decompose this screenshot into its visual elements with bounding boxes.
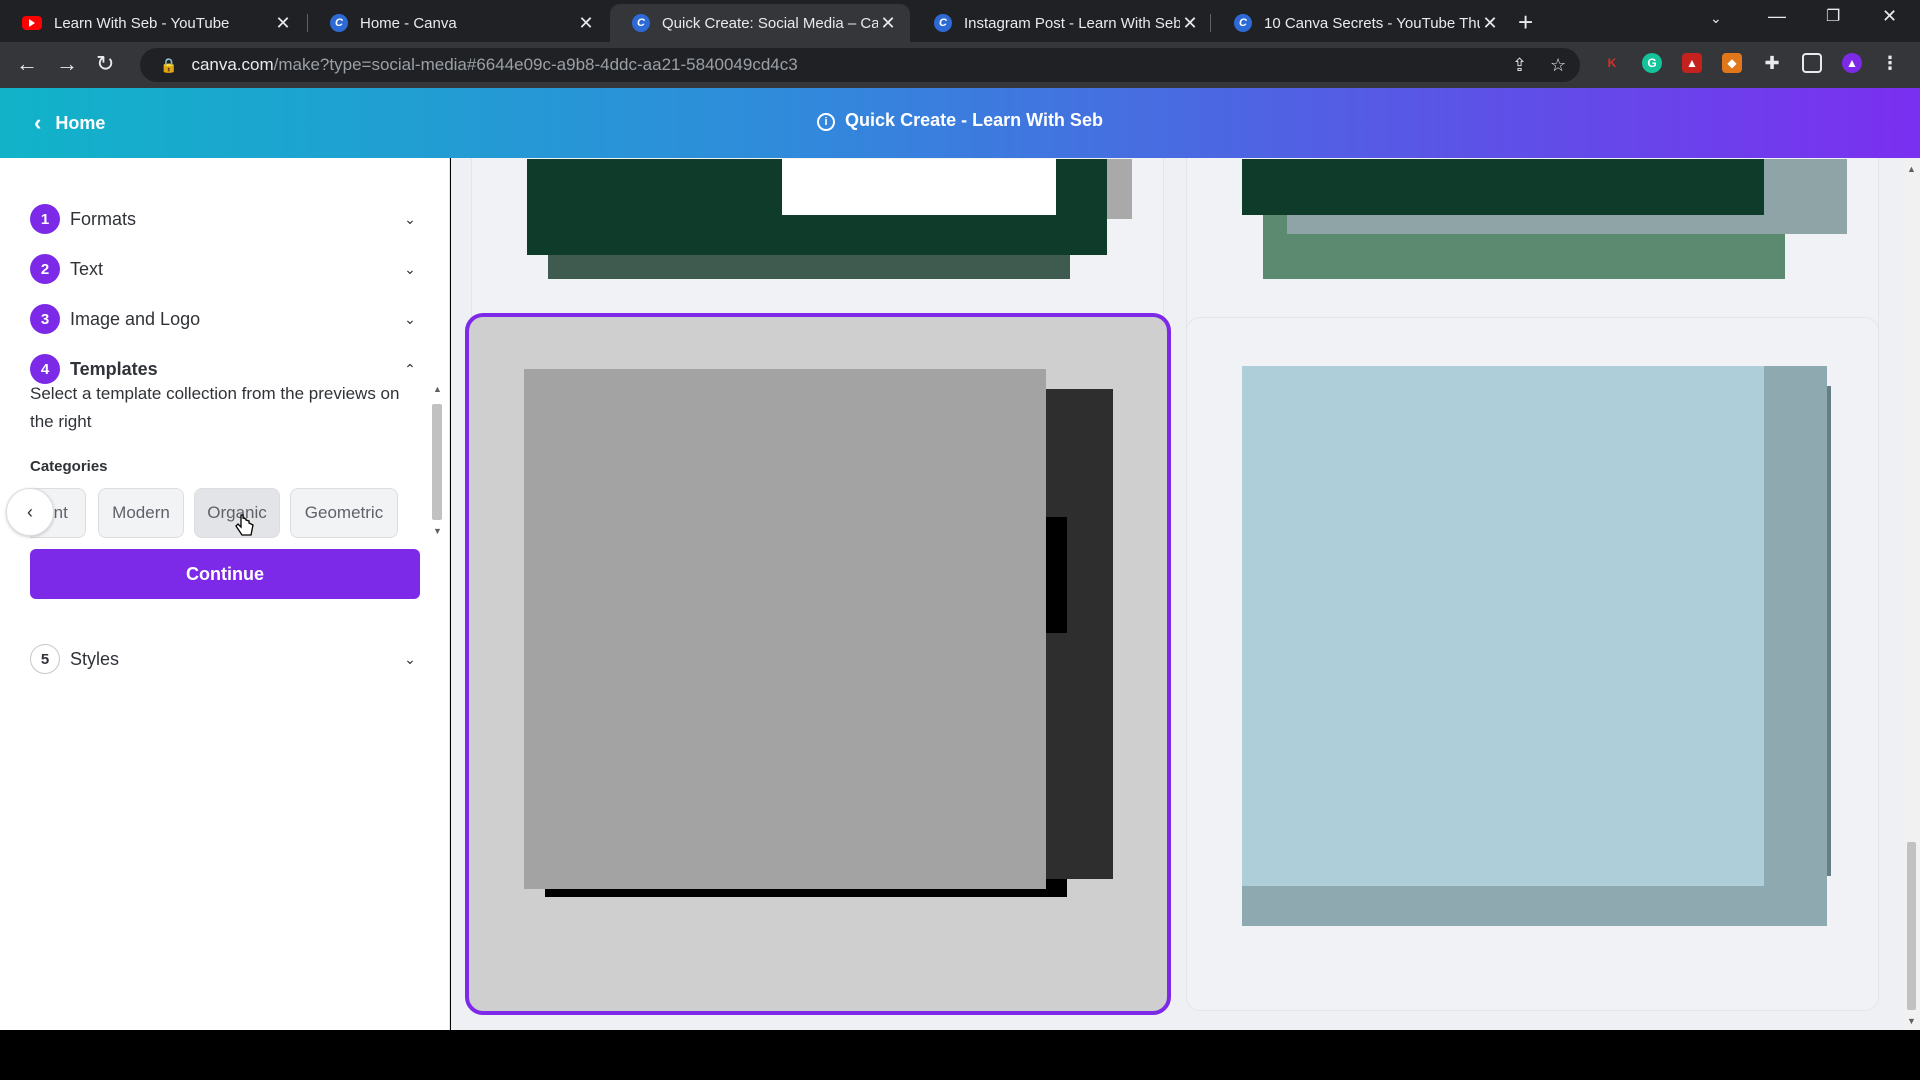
step-styles[interactable]: 5 Styles ⌄ (30, 644, 420, 674)
step-label: Formats (70, 208, 137, 229)
tab-search-icon[interactable]: ⌄ (1710, 10, 1722, 27)
url-host: canva.com (191, 55, 274, 74)
bookmark-star-icon[interactable]: ☆ (1550, 55, 1566, 76)
browser-tab[interactable]: C Instagram Post - Learn With Seb ✕ (912, 4, 1212, 42)
template-collection-card[interactable] (1186, 317, 1879, 1011)
template-preview (782, 159, 1056, 215)
hand-cursor-icon (235, 514, 254, 536)
scroll-up-icon[interactable]: ▲ (433, 384, 442, 394)
browser-toolbar: ← → ↻ 🔒 canva.com/make?type=social-media… (0, 42, 1920, 88)
tab-divider (1210, 14, 1211, 32)
category-chip[interactable]: Modern (98, 488, 184, 538)
grammarly-extension-icon[interactable]: G (1642, 53, 1662, 73)
close-tab-icon[interactable]: ✕ (273, 13, 293, 34)
page-title: i Quick Create - Learn With Seb (0, 110, 1920, 131)
step-label: Text (70, 258, 104, 279)
template-preview (1242, 159, 1764, 215)
scroll-down-icon[interactable]: ▼ (1907, 1016, 1916, 1026)
category-chip[interactable]: Geometric (290, 488, 398, 538)
step-text[interactable]: 2 Text ⌄ (30, 254, 420, 284)
template-preview (524, 369, 1046, 889)
step-number: 5 (30, 644, 60, 674)
chevron-down-icon: ⌄ (404, 210, 416, 227)
page-title-text: Quick Create - Learn With Seb (845, 110, 1103, 130)
close-window-icon[interactable]: ✕ (1882, 6, 1897, 27)
step-number: 1 (30, 204, 60, 234)
tab-title: Quick Create: Social Media – Can (662, 14, 878, 32)
step-formats[interactable]: 1 Formats ⌄ (30, 204, 420, 234)
scroll-up-icon[interactable]: ▲ (1907, 164, 1916, 174)
sidebar-scrollbar[interactable]: ▲ ▼ (430, 384, 444, 538)
template-collection-card-selected[interactable] (465, 313, 1171, 1015)
address-bar[interactable]: 🔒 canva.com/make?type=social-media#6644e… (140, 48, 1580, 82)
step-label: Image and Logo (70, 308, 201, 329)
chevron-left-icon[interactable]: ‹ (6, 488, 54, 536)
quick-create-sidebar: 1 Formats ⌄ 2 Text ⌄ 3 Image and Logo ⌄ … (0, 158, 450, 1030)
tab-title: 10 Canva Secrets - YouTube Thur (1264, 14, 1480, 32)
tab-title: Learn With Seb - YouTube (54, 14, 230, 32)
close-tab-icon[interactable]: ✕ (576, 13, 596, 34)
forward-icon[interactable]: → (56, 51, 78, 77)
canva-icon: C (330, 14, 348, 32)
restore-icon[interactable]: ❐ (1826, 6, 1840, 26)
templates-description: Select a template collection from the pr… (30, 384, 400, 431)
step-label: Styles (70, 648, 120, 669)
info-icon[interactable]: i (817, 113, 836, 131)
step-image-and-logo[interactable]: 3 Image and Logo ⌄ (30, 304, 420, 334)
extension-k-icon[interactable]: K (1602, 53, 1622, 73)
chevron-down-icon: ⌄ (404, 310, 416, 327)
step-label: Templates (70, 358, 158, 379)
scrollbar-thumb[interactable] (1907, 842, 1916, 1010)
chevron-down-icon: ⌄ (404, 260, 416, 277)
metamask-extension-icon[interactable]: ◆ (1722, 53, 1742, 73)
category-chips: ant Modern Organic Geometric (30, 488, 400, 540)
browser-tab[interactable]: Learn With Seb - YouTube ✕ (0, 4, 305, 42)
browser-tab[interactable]: C Home - Canva ✕ (308, 4, 608, 42)
side-panel-icon[interactable] (1802, 53, 1822, 73)
url-path: /make?type=social-media#6644e09c-a9b8-4d… (273, 55, 798, 74)
minimize-icon[interactable]: — (1768, 6, 1786, 27)
step-number: 2 (30, 254, 60, 284)
continue-button[interactable]: Continue (30, 549, 420, 599)
canva-icon: C (1234, 14, 1252, 32)
step-number: 3 (30, 304, 60, 334)
profile-avatar-icon[interactable]: ▲ (1842, 53, 1862, 73)
chevron-up-icon: ⌃ (404, 360, 416, 377)
close-tab-icon[interactable]: ✕ (878, 13, 898, 34)
new-tab-icon[interactable]: + (1518, 7, 1533, 38)
browser-tab-bar: Learn With Seb - YouTube ✕ C Home - Canv… (0, 0, 1920, 42)
scrollbar-thumb[interactable] (432, 404, 442, 520)
browser-tab-active[interactable]: C Quick Create: Social Media – Can ✕ (610, 4, 910, 42)
browser-tab[interactable]: C 10 Canva Secrets - YouTube Thur ✕ (1212, 4, 1512, 42)
categories-label: Categories (30, 458, 108, 475)
youtube-icon (22, 16, 42, 30)
scroll-down-icon[interactable]: ▼ (433, 526, 442, 536)
template-preview-area (451, 158, 1903, 1030)
back-icon[interactable]: ← (16, 51, 38, 77)
template-preview (1046, 517, 1067, 633)
browser-menu-icon[interactable]: ⋮ (1880, 53, 1900, 73)
share-icon[interactable]: ⇪ (1512, 55, 1527, 76)
canva-header: ‹ Home i Quick Create - Learn With Seb (0, 88, 1920, 158)
lock-icon: 🔒 (160, 56, 178, 73)
chevron-down-icon: ⌄ (404, 650, 416, 667)
canva-icon: C (934, 14, 952, 32)
template-preview (1242, 366, 1764, 886)
extensions-puzzle-icon[interactable]: ✚ (1762, 53, 1782, 73)
reload-icon[interactable]: ↻ (96, 51, 114, 77)
tab-title: Instagram Post - Learn With Seb (964, 14, 1180, 32)
canva-icon: C (632, 14, 650, 32)
close-tab-icon[interactable]: ✕ (1480, 13, 1500, 34)
tab-title: Home - Canva (360, 14, 457, 32)
extension-chart-icon[interactable]: ▲ (1682, 53, 1702, 73)
preview-scrollbar[interactable]: ▲ ▼ (1903, 158, 1920, 1030)
close-tab-icon[interactable]: ✕ (1180, 13, 1200, 34)
